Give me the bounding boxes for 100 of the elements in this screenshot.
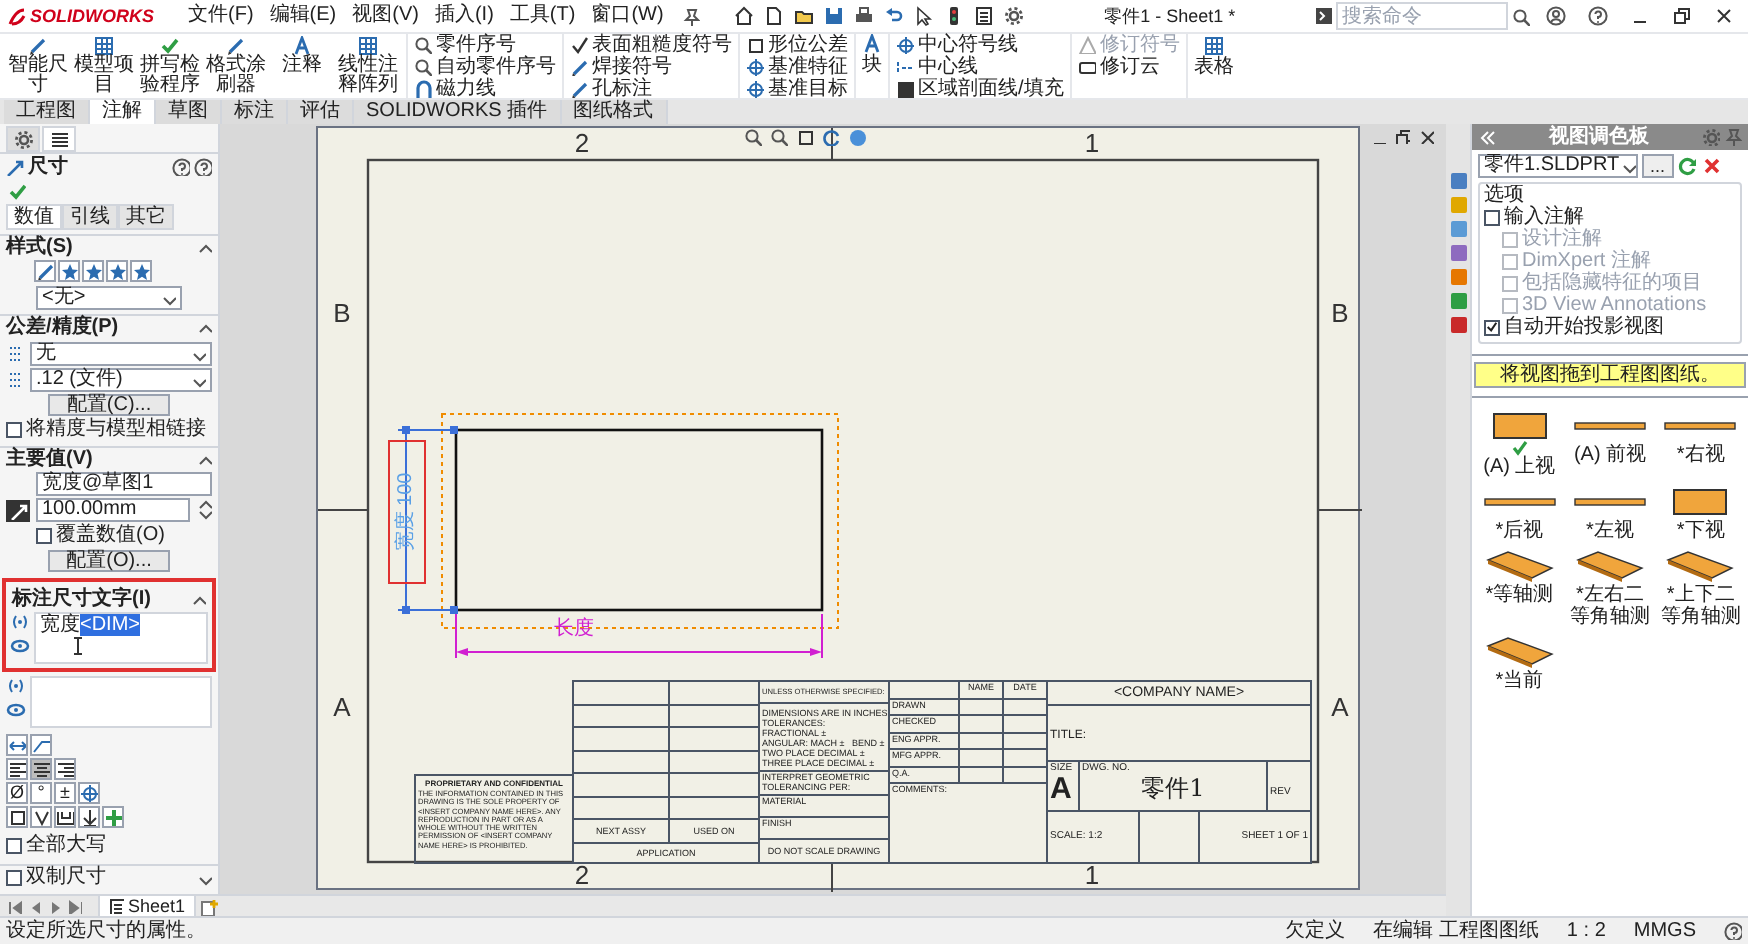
last-icon[interactable] [66,898,82,914]
justify-button[interactable] [54,758,76,780]
menu-item[interactable]: 窗口(W) [583,4,672,28]
check-icon[interactable] [8,182,26,200]
help-icon[interactable] [1724,922,1742,940]
symbol-button[interactable] [30,806,52,828]
configure-button[interactable]: 配置(C)... [48,394,170,416]
ribbon-button[interactable]: 模型项目 [72,34,136,96]
view-item[interactable]: *当前 [1476,634,1563,692]
style-button[interactable] [58,260,80,282]
tile-icon[interactable] [1449,196,1467,214]
panel-tab[interactable] [6,126,40,152]
ribbon-button[interactable]: 注释 [270,34,334,76]
ribbon-button[interactable]: 磁力线 [414,78,556,100]
tab[interactable]: 数值 [6,204,62,230]
dropdown[interactable]: 零件1.SLDPRT [1478,154,1638,178]
text-field[interactable]: 宽度<DIM> [34,612,208,664]
style-button[interactable] [82,260,104,282]
menu-item[interactable]: 编辑(E) [261,4,345,28]
ribbon-button[interactable]: 自动零件序号 [414,56,556,78]
checkbox[interactable] [1484,319,1500,335]
symbol-button[interactable]: Ø [6,782,28,804]
style-button[interactable] [130,260,152,282]
dimension-button[interactable] [6,499,30,521]
ribbon-button[interactable]: 基准特征 [746,56,848,78]
dropdown[interactable]: <无> [36,286,182,310]
document-icon[interactable] [763,6,784,26]
view-item[interactable]: (A) 上视 [1476,408,1563,478]
view-item[interactable]: *左视 [1566,484,1654,542]
ribbon-button[interactable]: 零件序号 [414,34,556,56]
ribbon-button[interactable]: 修订云 [1077,56,1180,78]
cursor-icon[interactable] [913,6,934,26]
symbol-button[interactable]: ± [54,782,76,804]
justify-button[interactable] [6,758,28,780]
tab[interactable]: 草图 [156,100,222,124]
tab[interactable]: 工程图 [4,100,90,124]
menu-item[interactable]: 工具(T) [501,4,584,28]
ribbon-button[interactable]: 形位公差 [746,34,848,56]
sheet-icon[interactable] [973,6,994,26]
restore-icon[interactable] [1672,6,1692,26]
tab[interactable]: 图纸格式 [561,100,668,124]
symbol-button[interactable] [78,806,100,828]
pin-icon[interactable] [681,7,700,25]
ribbon-button[interactable]: 智能尺寸 [6,34,70,96]
menu-item[interactable]: 插入(I) [426,4,502,28]
link-icon[interactable] [10,636,30,656]
dropdown[interactable]: 无 [30,341,212,365]
ribbon-button[interactable]: 基准目标 [746,78,848,100]
tile-icon[interactable] [1449,244,1467,262]
tab[interactable]: 其它 [118,204,174,230]
search-icon[interactable] [744,128,762,146]
ribbon-button[interactable]: 拼写检验程序 [138,34,202,96]
style-button[interactable] [106,260,128,282]
view-item[interactable]: *上下二等角轴测 [1657,548,1744,628]
view-item[interactable]: *左右二等角轴测 [1566,548,1654,628]
chevron-up-icon[interactable] [196,320,212,336]
user-icon[interactable] [1546,6,1566,26]
help-icon[interactable] [1588,6,1608,26]
ribbon-button[interactable]: 区域剖面线/填充 [896,78,1064,100]
tile-icon[interactable] [1449,316,1467,334]
view-item[interactable]: *右视 [1657,408,1744,478]
leader-button[interactable] [6,734,28,756]
home-icon[interactable] [733,6,754,26]
chevron-up-icon[interactable] [190,591,206,607]
ribbon-button[interactable]: 块 [862,34,882,76]
undo-icon[interactable] [883,6,904,26]
input-field[interactable]: 100.00mm [36,498,190,522]
dropdown[interactable]: .12 (文件) [30,367,212,391]
sheet-tab[interactable]: Sheet1 [98,895,196,917]
close-icon[interactable] [1714,6,1734,26]
refresh-icon[interactable] [822,128,840,146]
ribbon-button[interactable]: 线性注释阵列 [336,34,400,96]
search-field[interactable]: 搜索命令 [1336,2,1508,30]
view-item[interactable]: *后视 [1476,484,1563,542]
justify-button[interactable] [30,758,52,780]
save-icon[interactable] [823,6,844,26]
chevron-up-icon[interactable] [196,452,212,468]
style-button[interactable] [34,260,56,282]
rectangle-icon[interactable] [796,128,814,146]
ribbon-button[interactable]: 中心线 [896,56,1064,78]
close-icon[interactable] [1418,128,1434,144]
text-field[interactable] [30,676,212,728]
printer-icon[interactable] [853,6,874,26]
tab[interactable]: 注解 [90,100,156,124]
tab[interactable]: 引线 [62,204,118,230]
restore-icon[interactable] [1394,128,1410,144]
checkbox[interactable] [6,838,22,854]
ribbon-button[interactable]: 格式涂刷器 [204,34,268,96]
dimension-line[interactable] [397,426,458,614]
help-icon[interactable] [172,158,190,176]
ribbon-button[interactable]: 表面粗糙度符号 [570,34,732,56]
collapse-icon[interactable] [1478,128,1496,146]
chevron-up-icon[interactable] [196,240,212,256]
search-icon[interactable] [770,128,788,146]
dimension-text[interactable]: 长度 [554,620,594,640]
configure-button[interactable]: 配置(O)... [48,550,170,572]
menu-item[interactable]: 文件(F) [180,4,262,28]
parentheses-icon[interactable] [6,676,26,696]
view-item[interactable]: *等轴测 [1476,548,1563,628]
symbol-button[interactable]: ° [30,782,52,804]
